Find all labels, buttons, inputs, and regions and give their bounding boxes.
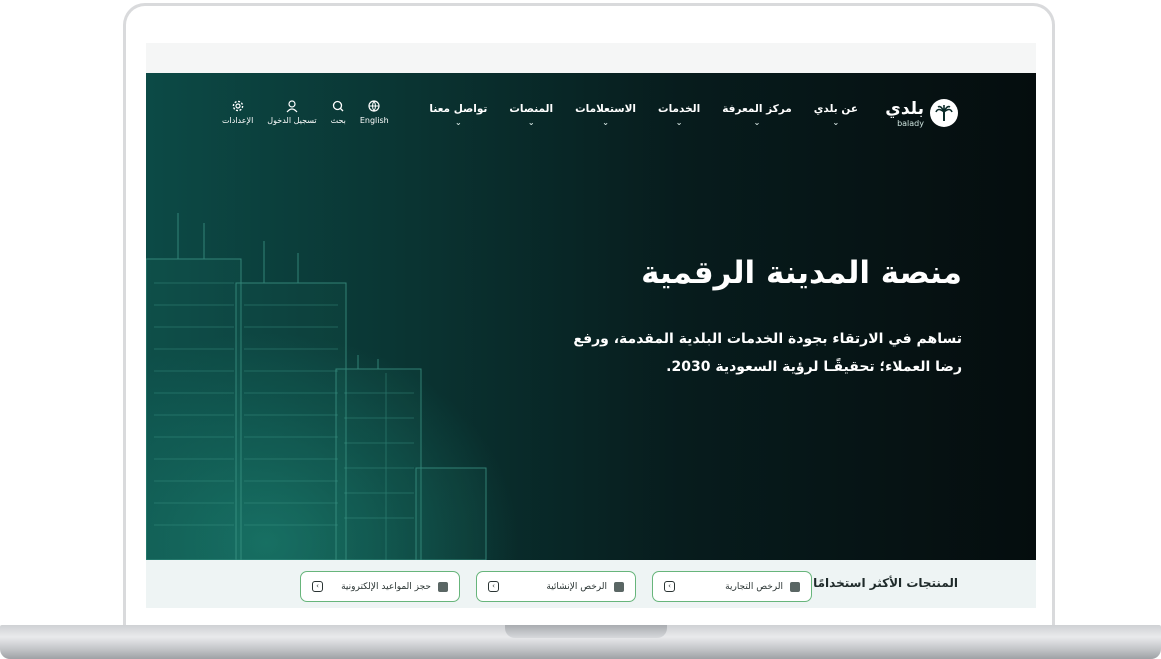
arrow-left-icon: ‹ [664,581,675,592]
globe-icon [368,99,380,113]
logo-english-text: balady [897,119,924,128]
arrow-left-icon: ‹ [488,581,499,592]
chip-construction-licenses[interactable]: الرخص الإنشائية ‹ [476,571,636,602]
util-label: تسجيل الدخول [267,116,317,125]
menu-label: الخدمات [658,103,701,115]
hero-section: بلدي balady عن بلدي ⌄ مركز المعرفة ⌄ الخ… [146,73,1036,560]
top-navigation: بلدي balady عن بلدي ⌄ مركز المعرفة ⌄ الخ… [146,73,1036,143]
browser-top-strip [146,43,1036,73]
chip-label: حجز المواعيد الإلكترونية [341,581,431,592]
utility-links: English بحث تسجيل الدخول الإعدادات [222,99,389,125]
license-icon [614,581,624,592]
logo-arabic-text: بلدي [885,99,924,119]
menu-label: مركز المعرفة [722,103,792,115]
chevron-down-icon: ⌄ [832,118,840,127]
chevron-down-icon: ⌄ [675,118,683,127]
settings-button[interactable]: الإعدادات [222,99,253,125]
menu-inquiries[interactable]: الاستعلامات ⌄ [575,103,636,128]
menu-label: الاستعلامات [575,103,637,115]
hero-subtitle: تساهم في الارتقاء بجودة الخدمات البلدية … [573,331,962,375]
hero-title: منصة المدينة الرقمية [641,255,962,291]
search-button[interactable]: بحث [331,99,346,125]
chip-label: الرخص الإنشائية [546,581,607,592]
menu-services[interactable]: الخدمات ⌄ [658,103,700,128]
chevron-down-icon: ⌄ [527,118,535,127]
util-label: بحث [330,116,346,125]
menu-platforms[interactable]: المنصات ⌄ [509,103,553,128]
menu-about-balady[interactable]: عن بلدي ⌄ [814,103,858,128]
product-chips: الرخص التجارية ‹ الرخص الإنشائية ‹ حجز ا… [300,571,812,602]
city-skyline-illustration [146,213,487,560]
menu-contact-us[interactable]: تواصل معنا ⌄ [429,103,487,128]
user-icon [286,99,298,113]
chevron-down-icon: ⌄ [753,118,761,127]
main-menu: عن بلدي ⌄ مركز المعرفة ⌄ الخدمات ⌄ الاست… [429,103,858,128]
chip-label: الرخص التجارية [725,581,783,592]
chevron-down-icon: ⌄ [455,118,462,127]
palm-logo-icon [930,99,958,127]
menu-label: المنصات [509,103,554,115]
login-button[interactable]: تسجيل الدخول [267,99,317,125]
gear-icon [232,99,244,113]
menu-label: تواصل معنا [429,103,488,115]
balady-logo[interactable]: بلدي balady [885,97,958,133]
laptop-notch [505,625,667,638]
chevron-down-icon: ⌄ [602,118,609,127]
most-used-products-bar: المنتجات الأكثر استخدامًا الرخص التجارية… [146,560,1036,608]
chip-commercial-licenses[interactable]: الرخص التجارية ‹ [652,571,812,602]
chip-electronic-appointments[interactable]: حجز المواعيد الإلكترونية ‹ [300,571,460,602]
menu-label: عن بلدي [813,103,858,115]
search-icon [332,99,344,113]
util-label: الإعدادات [222,116,254,125]
calendar-icon [438,581,448,592]
util-label: English [359,116,389,125]
license-icon [790,581,800,592]
language-switch-button[interactable]: English [360,99,389,125]
menu-knowledge-center[interactable]: مركز المعرفة ⌄ [722,103,792,128]
most-used-label: المنتجات الأكثر استخدامًا [813,576,958,590]
arrow-left-icon: ‹ [312,581,323,592]
